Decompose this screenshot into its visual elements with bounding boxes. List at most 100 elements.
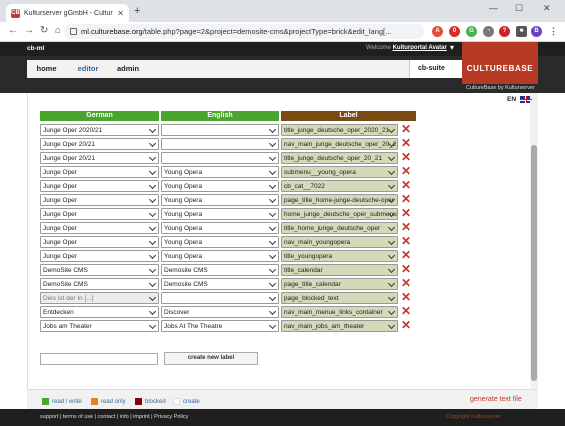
create-new-label-button[interactable]: create new label — [164, 352, 258, 365]
german-select[interactable]: Junge Oper 2020/21 — [40, 124, 159, 136]
chevron-down-icon[interactable] — [268, 153, 277, 162]
english-select[interactable]: Discover — [161, 306, 279, 318]
delete-icon[interactable]: ✕ — [401, 220, 411, 234]
german-select[interactable]: Junge Oper — [40, 250, 159, 262]
english-select-value: Demosite CMS — [164, 267, 208, 274]
new-tab-icon[interactable]: + — [134, 5, 140, 17]
english-select[interactable]: Young Opera — [161, 180, 279, 192]
legend-item: read only — [91, 398, 126, 405]
scrollbar-thumb[interactable] — [531, 145, 537, 381]
delete-icon[interactable]: ✕ — [401, 248, 411, 262]
english-select[interactable]: Young Opera — [161, 194, 279, 206]
user-menu-caret-icon[interactable]: ▾ — [450, 43, 454, 52]
label-select[interactable]: nav_main_youngopera — [281, 236, 398, 248]
label-select[interactable]: title_calendar — [281, 264, 398, 276]
delete-icon[interactable]: ✕ — [401, 136, 411, 150]
english-select[interactable]: Demosite CMS — [161, 264, 279, 276]
minimize-icon[interactable]: — — [489, 3, 498, 13]
new-label-input[interactable] — [40, 353, 158, 365]
delete-icon[interactable]: ✕ — [401, 206, 411, 220]
label-select[interactable]: page_title_calendar — [281, 278, 398, 290]
german-select[interactable]: DemoSite CMS — [40, 264, 159, 276]
kebab-menu-icon[interactable]: ⋮ — [548, 26, 559, 37]
forward-icon[interactable]: → — [24, 25, 34, 36]
label-select[interactable]: page_blocked_text — [281, 292, 398, 304]
english-select[interactable] — [161, 138, 279, 150]
delete-icon[interactable]: ✕ — [401, 178, 411, 192]
extension-icon[interactable]: G — [466, 26, 477, 37]
extension-icon[interactable]: 0 — [449, 26, 460, 37]
legend-item: blocked — [135, 398, 166, 405]
english-select[interactable] — [161, 124, 279, 136]
label-select[interactable]: title_junge_deutsche_oper_2020_21 — [281, 124, 398, 136]
label-select[interactable]: title_youngopera — [281, 250, 398, 262]
english-select[interactable]: Demosite CMS — [161, 278, 279, 290]
german-select[interactable]: Junge Oper 20/21 — [40, 138, 159, 150]
extension-icon[interactable]: A — [432, 26, 443, 37]
label-select[interactable]: page_title_home-junge-deutsche-oper — [281, 194, 398, 206]
extension-icon[interactable]: ◔ — [483, 26, 494, 37]
label-select[interactable]: home_junge_deutsche_oper_submenu — [281, 208, 398, 220]
delete-icon[interactable]: ✕ — [401, 150, 411, 164]
nav-tab-admin[interactable]: admin — [110, 60, 146, 78]
delete-icon[interactable]: ✕ — [401, 192, 411, 206]
legend-label: create — [183, 398, 200, 405]
english-select[interactable]: Young Opera — [161, 222, 279, 234]
footer-links[interactable]: support | terms of use | contact | info … — [40, 414, 188, 420]
url-input[interactable]: ml.culturebase.org/table.php?page=2&proj… — [64, 24, 424, 39]
delete-icon[interactable]: ✕ — [401, 290, 411, 304]
german-select[interactable]: Junge Oper — [40, 208, 159, 220]
german-select[interactable]: Junge Oper — [40, 236, 159, 248]
label-select[interactable]: cb_cat__7022 — [281, 180, 398, 192]
nav-tab-home[interactable]: home — [27, 60, 66, 78]
tab-close-icon[interactable]: ✕ — [117, 9, 124, 18]
puzzle-icon[interactable]: ■ — [516, 26, 527, 37]
german-select[interactable]: Junge Oper 20/21 — [40, 152, 159, 164]
english-select[interactable]: Young Opera — [161, 208, 279, 220]
german-select[interactable]: DemoSite CMS — [40, 278, 159, 290]
delete-icon[interactable]: ✕ — [401, 318, 411, 332]
english-select-value: Young Opera — [164, 197, 203, 204]
english-select[interactable]: Young Opera — [161, 236, 279, 248]
german-select[interactable]: Dies ist der In [...] — [40, 292, 159, 304]
browser-tab[interactable]: CB Kulturserver gGmbH - Culturebase ✕ — [6, 4, 129, 22]
delete-icon[interactable]: ✕ — [401, 122, 411, 136]
reload-icon[interactable]: ↻ — [40, 25, 48, 36]
german-select[interactable]: Junge Oper — [40, 166, 159, 178]
label-select[interactable]: nav_main_junge_deutsche_oper_20_21 — [281, 138, 398, 150]
german-select[interactable]: Entdecken — [40, 306, 159, 318]
delete-icon[interactable]: ✕ — [401, 262, 411, 276]
chevron-down-icon[interactable] — [268, 125, 277, 134]
maximize-icon[interactable]: ☐ — [515, 3, 523, 14]
german-select[interactable]: Junge Oper — [40, 194, 159, 206]
delete-icon[interactable]: ✕ — [401, 164, 411, 178]
legend-item: create — [173, 398, 200, 405]
extension-icon[interactable]: ? — [499, 26, 510, 37]
chevron-down-icon[interactable] — [268, 293, 277, 302]
delete-icon[interactable]: ✕ — [401, 234, 411, 248]
home-icon[interactable]: ⌂ — [55, 25, 61, 36]
delete-icon[interactable]: ✕ — [401, 276, 411, 290]
page-footer: support | terms of use | contact | info … — [0, 409, 565, 426]
label-select[interactable]: submenu__young_opera — [281, 166, 398, 178]
german-select[interactable]: Jobs am Theater — [40, 320, 159, 332]
user-name-link[interactable]: Kulturportal Avatar — [393, 45, 447, 51]
english-select[interactable] — [161, 292, 279, 304]
label-select[interactable]: nav_main_jobs_am_theater — [281, 320, 398, 332]
english-select[interactable]: Young Opera — [161, 166, 279, 178]
delete-icon[interactable]: ✕ — [401, 304, 411, 318]
english-select[interactable]: Jobs At The Theatre — [161, 320, 279, 332]
window-close-icon[interactable]: ✕ — [543, 3, 551, 14]
label-select[interactable]: title_junge_deutsche_oper_20_21 — [281, 152, 398, 164]
label-select[interactable]: title_home_junge_deutsche_oper — [281, 222, 398, 234]
label-select[interactable]: nav_main_menue_links_container — [281, 306, 398, 318]
german-select[interactable]: Junge Oper — [40, 180, 159, 192]
english-select[interactable] — [161, 152, 279, 164]
profile-avatar[interactable]: B — [531, 26, 542, 37]
generate-text-file-link[interactable]: generate text file — [470, 396, 522, 403]
english-select[interactable]: Young Opera — [161, 250, 279, 262]
chevron-down-icon[interactable] — [268, 139, 277, 148]
german-select[interactable]: Junge Oper — [40, 222, 159, 234]
nav-tab-editor[interactable]: editor — [67, 60, 109, 78]
back-icon[interactable]: ← — [8, 25, 18, 36]
